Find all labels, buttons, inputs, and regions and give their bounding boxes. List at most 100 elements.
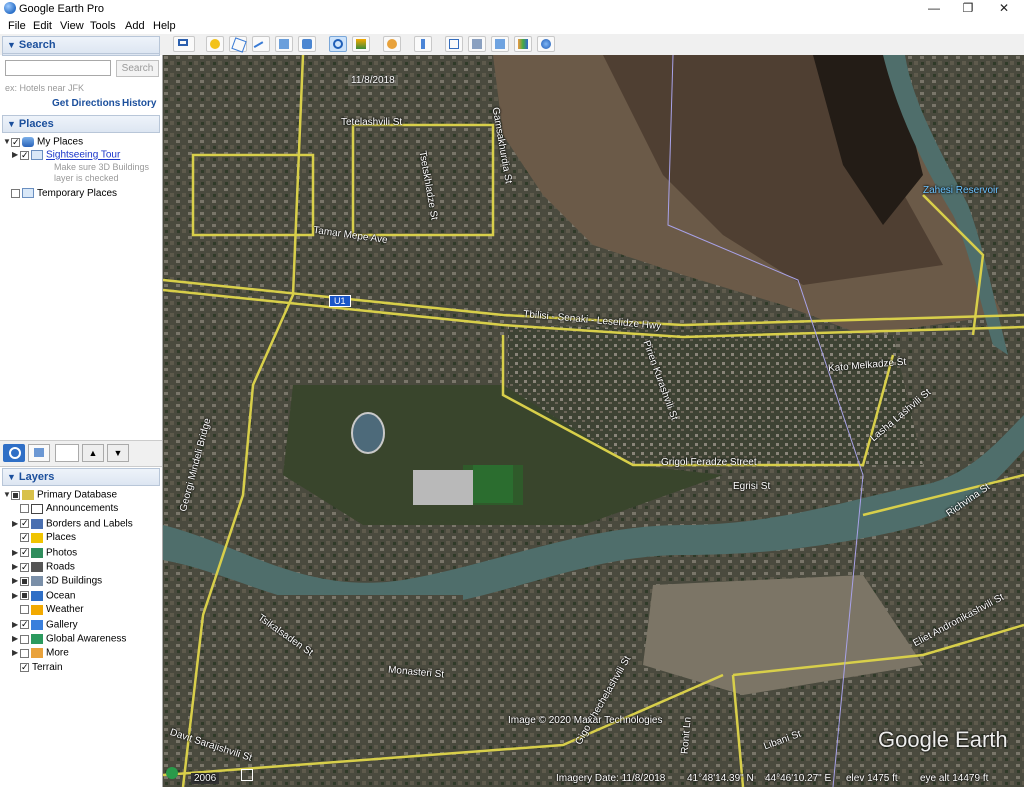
expand-arrow-icon[interactable]: ▶ — [12, 517, 20, 531]
layer-checkbox[interactable] — [20, 530, 29, 544]
layer-item[interactable]: Places — [12, 530, 76, 545]
expand-arrow-icon[interactable]: ▶ — [12, 574, 20, 588]
record-tour-button[interactable] — [298, 36, 316, 52]
sightseeing-tour-checkbox[interactable] — [20, 148, 29, 162]
timeline-year[interactable]: 2006 — [191, 773, 220, 784]
layer-label: Primary Database — [37, 489, 118, 501]
places-control-bar: ▲ ▼ — [0, 440, 162, 467]
map-view[interactable]: 11/8/2018 Tetelashvili St Gamsakhurdia S… — [163, 55, 1024, 787]
layer-item[interactable]: Terrain — [12, 660, 63, 675]
pushpin-icon — [210, 39, 220, 49]
layer-item[interactable]: Weather — [12, 603, 84, 617]
expand-arrow-icon[interactable]: ▶ — [12, 618, 20, 632]
toggle-sidebar-button[interactable] — [173, 36, 195, 52]
layers-panel-header[interactable]: ▼ Layers — [2, 468, 160, 486]
layers-header-label: Layers — [18, 471, 55, 483]
add-polygon-button[interactable] — [229, 36, 247, 53]
layer-item[interactable]: ▶ Borders and Labels — [12, 516, 133, 531]
expand-arrow-icon[interactable]: ▶ — [12, 148, 20, 162]
ocean-icon — [31, 590, 43, 601]
date-badge: 11/8/2018 — [348, 75, 398, 86]
maximize-button[interactable]: ❐ — [950, 0, 986, 18]
layer-checkbox[interactable] — [20, 605, 29, 615]
toggle-panel-button[interactable] — [28, 444, 50, 462]
layer-item[interactable]: ▶ 3D Buildings — [12, 574, 102, 588]
collapse-arrow-icon: ▼ — [7, 119, 16, 129]
layer-checkbox[interactable] — [20, 617, 29, 631]
close-button[interactable]: ✕ — [986, 0, 1022, 18]
expand-arrow-icon[interactable]: ▶ — [12, 646, 20, 660]
menu-help[interactable]: Help — [153, 20, 176, 32]
layer-item[interactable]: ▶ Roads — [12, 560, 75, 574]
search-input[interactable] — [5, 60, 111, 76]
historical-imagery-button[interactable] — [329, 36, 347, 52]
menu-file[interactable]: File — [8, 20, 26, 32]
layer-item[interactable]: ▼ Primary Database — [3, 488, 117, 502]
layer-checkbox[interactable] — [20, 634, 29, 644]
get-directions-link[interactable]: Get Directions — [52, 98, 120, 109]
history-link[interactable]: History — [122, 98, 156, 109]
places-panel-header[interactable]: ▼ Places — [2, 115, 160, 133]
expand-arrow-icon[interactable]: ▶ — [12, 560, 20, 574]
tree-item-temporary-places[interactable]: Temporary Places — [11, 187, 117, 201]
layer-checkbox[interactable] — [11, 490, 20, 500]
reservoir-label: Zahesi Reservoir — [923, 185, 999, 196]
move-up-button[interactable]: ▲ — [82, 444, 104, 462]
database-icon — [22, 490, 34, 500]
menu-add[interactable]: Add — [125, 20, 145, 32]
layer-checkbox[interactable] — [20, 504, 29, 514]
menu-tools[interactable]: Tools — [90, 20, 116, 32]
layer-item[interactable]: ▶ Global Awareness — [12, 632, 126, 646]
expand-arrow-icon[interactable]: ▼ — [3, 488, 11, 502]
search-button[interactable]: Search — [116, 60, 159, 77]
ruler-button[interactable] — [414, 36, 432, 52]
temporary-places-checkbox[interactable] — [11, 188, 20, 198]
latitude: 41°48'14.39" N — [687, 773, 754, 784]
minimize-button[interactable]: — — [916, 0, 952, 18]
planets-button[interactable] — [383, 36, 401, 52]
sunlight-button[interactable] — [352, 36, 370, 52]
add-placemark-button[interactable] — [206, 36, 224, 52]
layer-checkbox[interactable] — [20, 545, 29, 559]
layer-item[interactable]: ▶ More — [12, 646, 69, 660]
layer-item[interactable]: ▶ Gallery — [12, 617, 78, 632]
collapse-arrow-icon: ▼ — [7, 40, 16, 50]
expand-arrow-icon[interactable]: ▶ — [12, 546, 20, 560]
earth-gallery-button[interactable] — [537, 36, 555, 52]
save-image-button[interactable] — [491, 36, 509, 52]
expand-arrow-icon[interactable]: ▶ — [12, 589, 20, 603]
print-button[interactable] — [468, 36, 486, 52]
menu-edit[interactable]: Edit — [33, 20, 52, 32]
add-image-overlay-button[interactable] — [275, 36, 293, 52]
street-view-icon[interactable] — [241, 769, 253, 781]
my-places-checkbox[interactable] — [11, 135, 20, 149]
search-places-button[interactable] — [3, 444, 25, 462]
menu-view[interactable]: View — [60, 20, 84, 32]
add-path-button[interactable] — [252, 36, 270, 57]
magnifier-icon — [9, 447, 21, 459]
globe-icon — [541, 39, 551, 49]
layer-item[interactable]: ▶ Photos — [12, 545, 77, 560]
layer-checkbox[interactable] — [20, 648, 29, 658]
flag-icon — [31, 518, 43, 529]
tree-item-my-places[interactable]: ▼ My Places — [3, 135, 83, 149]
layer-checkbox[interactable] — [20, 660, 29, 674]
view-in-maps-button[interactable] — [514, 36, 532, 52]
email-button[interactable] — [445, 36, 463, 52]
sightseeing-tour-link[interactable]: Sightseeing Tour — [46, 150, 120, 161]
expand-arrow-icon[interactable]: ▶ — [12, 632, 20, 646]
layer-item[interactable]: ▶ Ocean — [12, 589, 75, 603]
clock-icon — [333, 39, 343, 49]
search-panel-header[interactable]: ▼Search — [2, 36, 160, 54]
layer-checkbox[interactable] — [20, 591, 29, 601]
layer-checkbox[interactable] — [20, 576, 29, 586]
move-down-button[interactable]: ▼ — [107, 444, 129, 462]
layer-checkbox[interactable] — [20, 516, 29, 530]
layer-checkbox[interactable] — [20, 560, 29, 574]
window-title: Google Earth Pro — [19, 3, 104, 15]
layer-item[interactable]: Announcements — [12, 502, 118, 516]
blank-field[interactable] — [55, 444, 79, 462]
expand-arrow-icon[interactable]: ▼ — [3, 135, 11, 149]
tour-note-line-2: layer is checked — [54, 173, 119, 183]
historical-timeline-icon[interactable] — [166, 767, 178, 779]
